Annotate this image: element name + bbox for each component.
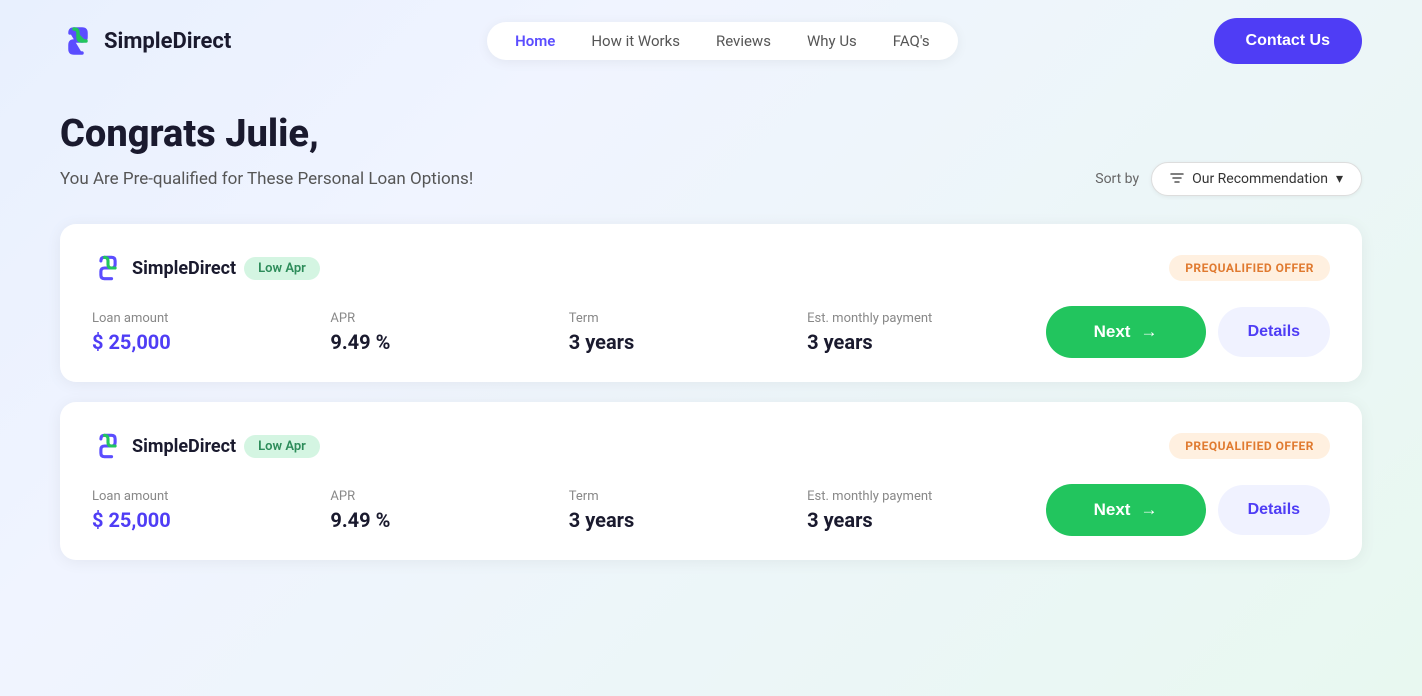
card-2-monthly-payment: Est. monthly payment 3 years: [807, 489, 1045, 532]
card-2-details-button[interactable]: Details: [1218, 485, 1330, 535]
card-1-term: Term 3 years: [569, 311, 807, 354]
loan-card-2: SimpleDirect Low Apr PREQUALIFIED OFFER …: [60, 402, 1362, 560]
card-1-logo-text: SimpleDirect: [132, 258, 236, 279]
card-2-low-apr-badge: Low Apr: [244, 435, 320, 458]
card-1-logo-icon: [92, 252, 124, 284]
page-title: Congrats Julie,: [60, 112, 1362, 156]
card-1-logo-area: SimpleDirect Low Apr: [92, 252, 320, 284]
card-1-details-button[interactable]: Details: [1218, 307, 1330, 357]
nav-reviews[interactable]: Reviews: [716, 32, 771, 50]
card-2-fields: Loan amount $ 25,000 APR 9.49 % Term 3 y…: [92, 484, 1330, 536]
card-1-low-apr-badge: Low Apr: [244, 257, 320, 280]
card-1-header: SimpleDirect Low Apr PREQUALIFIED OFFER: [92, 252, 1330, 284]
card-1-prequalified-badge: PREQUALIFIED OFFER: [1169, 255, 1330, 281]
filter-icon: [1170, 172, 1184, 186]
main-content: Congrats Julie, You Are Pre-qualified fo…: [0, 82, 1422, 620]
card-2-prequalified-badge: PREQUALIFIED OFFER: [1169, 433, 1330, 459]
logo-icon: [60, 23, 96, 59]
card-1-fields: Loan amount $ 25,000 APR 9.49 % Term 3 y…: [92, 306, 1330, 358]
subtitle-row: You Are Pre-qualified for These Personal…: [60, 162, 1362, 196]
nav-why-us[interactable]: Why Us: [807, 32, 857, 50]
chevron-down-icon: ▾: [1336, 171, 1343, 187]
sort-value: Our Recommendation: [1192, 171, 1328, 187]
sort-label: Sort by: [1095, 171, 1139, 187]
loan-card-1: SimpleDirect Low Apr PREQUALIFIED OFFER …: [60, 224, 1362, 382]
card-2-loan-amount: Loan amount $ 25,000: [92, 489, 330, 532]
card-2-header: SimpleDirect Low Apr PREQUALIFIED OFFER: [92, 430, 1330, 462]
nav-faqs[interactable]: FAQ's: [893, 32, 930, 50]
nav-home[interactable]: Home: [515, 32, 555, 50]
card-2-next-button[interactable]: Next →: [1046, 484, 1206, 536]
card-1-monthly-payment: Est. monthly payment 3 years: [807, 311, 1045, 354]
card-2-logo-text: SimpleDirect: [132, 436, 236, 457]
logo-text: SimpleDirect: [104, 29, 231, 54]
card-2-actions: Next → Details: [1046, 484, 1330, 536]
sort-area: Sort by Our Recommendation ▾: [1095, 162, 1362, 196]
card-2-logo-area: SimpleDirect Low Apr: [92, 430, 320, 462]
card-1-apr: APR 9.49 %: [330, 311, 568, 354]
sort-dropdown[interactable]: Our Recommendation ▾: [1151, 162, 1362, 196]
arrow-right-icon-2: →: [1140, 500, 1157, 520]
contact-us-button[interactable]: Contact Us: [1214, 18, 1362, 64]
card-1-next-button[interactable]: Next →: [1046, 306, 1206, 358]
card-2-logo-icon: [92, 430, 124, 462]
card-2-apr: APR 9.49 %: [330, 489, 568, 532]
card-1-actions: Next → Details: [1046, 306, 1330, 358]
arrow-right-icon: →: [1140, 322, 1157, 342]
header: SimpleDirect Home How it Works Reviews W…: [0, 0, 1422, 82]
main-nav: Home How it Works Reviews Why Us FAQ's: [487, 22, 958, 60]
card-1-loan-amount: Loan amount $ 25,000: [92, 311, 330, 354]
card-2-term: Term 3 years: [569, 489, 807, 532]
subtitle: You Are Pre-qualified for These Personal…: [60, 169, 473, 189]
nav-how-it-works[interactable]: How it Works: [591, 32, 680, 50]
logo: SimpleDirect: [60, 23, 231, 59]
